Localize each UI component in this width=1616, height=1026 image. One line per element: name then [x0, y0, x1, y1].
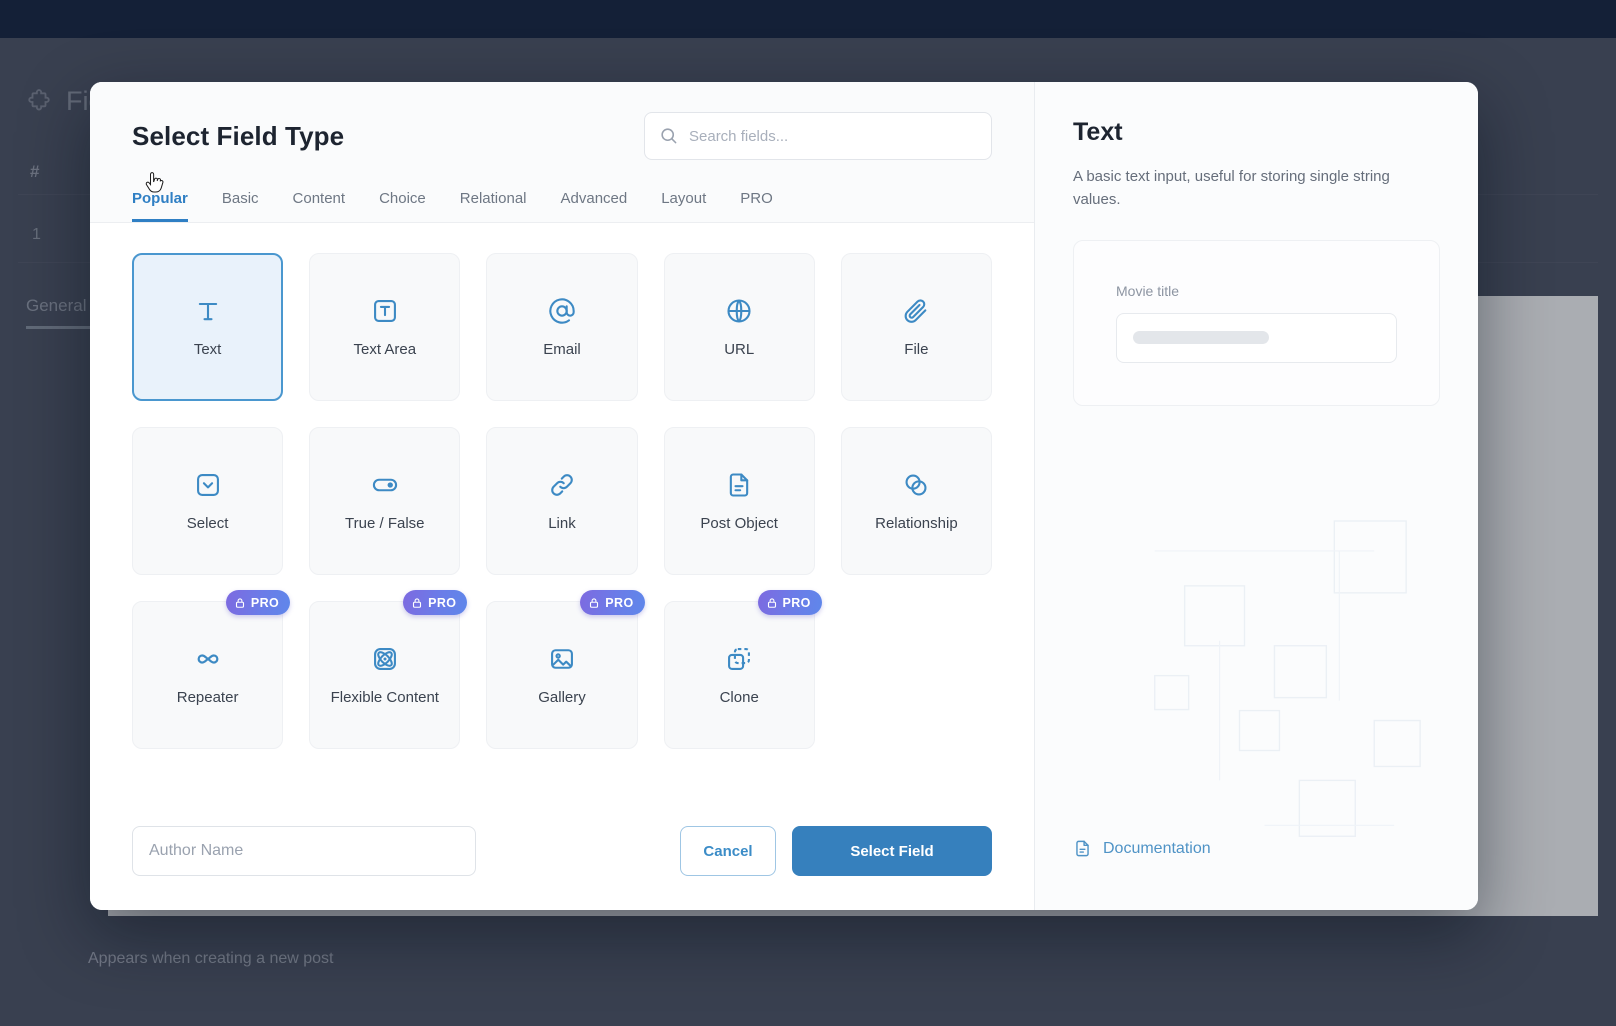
image-icon	[548, 645, 576, 673]
lock-icon	[235, 597, 244, 608]
field-type-card-url[interactable]: URL	[663, 253, 815, 401]
tab-choice[interactable]: Choice	[379, 190, 426, 222]
field-type-card-true-false[interactable]: True / False	[309, 427, 461, 575]
pro-badge: PRO	[757, 590, 822, 615]
preview-input-placeholder-bar	[1133, 331, 1269, 344]
preview-field-input	[1116, 312, 1397, 363]
clone-squares-icon	[725, 645, 753, 673]
field-type-label: Relationship	[875, 514, 958, 532]
tab-pro[interactable]: PRO	[740, 190, 773, 222]
field-type-label: True / False	[345, 514, 425, 532]
field-type-label: Select	[186, 514, 229, 532]
field-category-tabs: Popular Basic Content Choice Relational …	[132, 190, 992, 222]
tab-advanced[interactable]: Advanced	[561, 190, 628, 222]
modal-header: Select Field Type Popular Basic Content …	[90, 82, 1034, 223]
modal-left-pane: Select Field Type Popular Basic Content …	[90, 82, 1034, 910]
pro-badge-label: PRO	[782, 595, 811, 610]
lock-icon	[767, 597, 776, 608]
field-type-card-file[interactable]: File	[840, 253, 992, 401]
field-type-card-email[interactable]: Email	[486, 253, 638, 401]
toggle-icon	[371, 471, 399, 499]
field-type-grid-container: Text Text Area Email URL File Select Tru…	[90, 223, 1034, 804]
tab-content[interactable]: Content	[293, 190, 346, 222]
text-t-icon	[194, 297, 222, 325]
field-type-card-post-object[interactable]: Post Object	[663, 427, 815, 575]
field-type-label: Link	[548, 514, 576, 532]
lock-icon	[413, 597, 422, 608]
select-field-type-modal: Select Field Type Popular Basic Content …	[90, 82, 1478, 910]
field-preview-pane: Text A basic text input, useful for stor…	[1034, 82, 1478, 910]
select-field-button[interactable]: Select Field	[792, 826, 992, 876]
search-field-wrapper	[644, 112, 992, 160]
documentation-link-label: Documentation	[1103, 839, 1211, 857]
field-type-label: URL	[724, 340, 755, 358]
preview-example-card: Movie title	[1073, 239, 1440, 406]
grid-empty-slot	[841, 601, 992, 749]
field-type-label: File	[904, 340, 929, 358]
link-chain-icon	[548, 471, 576, 499]
at-sign-icon	[548, 297, 576, 325]
field-name-input[interactable]	[132, 826, 476, 876]
pro-badge: PRO	[580, 590, 645, 615]
paperclip-icon	[902, 297, 930, 325]
field-type-label: Post Object	[700, 514, 778, 532]
overlapping-circles-icon	[902, 471, 930, 499]
preview-field-label: Movie title	[1116, 282, 1180, 299]
field-type-grid: Text Text Area Email URL File Select Tru…	[132, 253, 992, 749]
infinity-icon	[194, 645, 222, 673]
modal-title: Select Field Type	[132, 120, 345, 151]
document-icon	[1076, 840, 1089, 857]
modal-footer: Cancel Select Field	[90, 804, 1034, 910]
field-type-card-clone[interactable]: PRO Clone	[663, 590, 822, 749]
field-type-label: Repeater	[176, 688, 239, 706]
pro-badge-label: PRO	[605, 595, 634, 610]
field-type-card-text[interactable]: Text	[132, 253, 284, 401]
tab-popular[interactable]: Popular	[132, 190, 188, 222]
field-type-label: Clone	[719, 688, 759, 706]
footer-actions: Cancel Select Field	[680, 826, 992, 876]
field-type-card-relationship[interactable]: Relationship	[840, 427, 992, 575]
field-type-label: Email	[543, 340, 581, 358]
field-type-card-select[interactable]: Select	[132, 427, 284, 575]
field-type-card-text-area[interactable]: Text Area	[309, 253, 461, 401]
atom-icon	[371, 645, 399, 673]
field-type-card-gallery[interactable]: PRO Gallery	[486, 590, 645, 749]
field-type-card-flexible-content[interactable]: PRO Flexible Content	[309, 590, 468, 749]
select-dropdown-icon	[194, 471, 222, 499]
field-type-card-link[interactable]: Link	[486, 427, 638, 575]
lock-icon	[590, 597, 599, 608]
tab-relational[interactable]: Relational	[460, 190, 527, 222]
pro-badge: PRO	[403, 590, 468, 615]
field-type-card-repeater[interactable]: PRO Repeater	[132, 590, 291, 749]
document-icon	[725, 471, 753, 499]
globe-icon	[725, 297, 753, 325]
tab-basic[interactable]: Basic	[222, 190, 259, 222]
documentation-link[interactable]: Documentation	[1073, 839, 1211, 858]
field-type-label: Text Area	[353, 340, 417, 358]
pro-badge-label: PRO	[250, 595, 280, 610]
field-type-label: Flexible Content	[330, 688, 439, 706]
pro-badge-label: PRO	[428, 595, 457, 610]
pro-badge: PRO	[225, 590, 291, 615]
preview-description: A basic text input, useful for storing s…	[1073, 168, 1390, 209]
field-type-label: Text	[193, 340, 222, 358]
field-type-label: Gallery	[538, 688, 586, 706]
text-area-icon	[371, 297, 399, 325]
tab-layout[interactable]: Layout	[661, 190, 706, 222]
cancel-button[interactable]: Cancel	[680, 826, 776, 876]
search-input[interactable]	[644, 112, 992, 160]
preview-title: Text	[1073, 118, 1123, 146]
